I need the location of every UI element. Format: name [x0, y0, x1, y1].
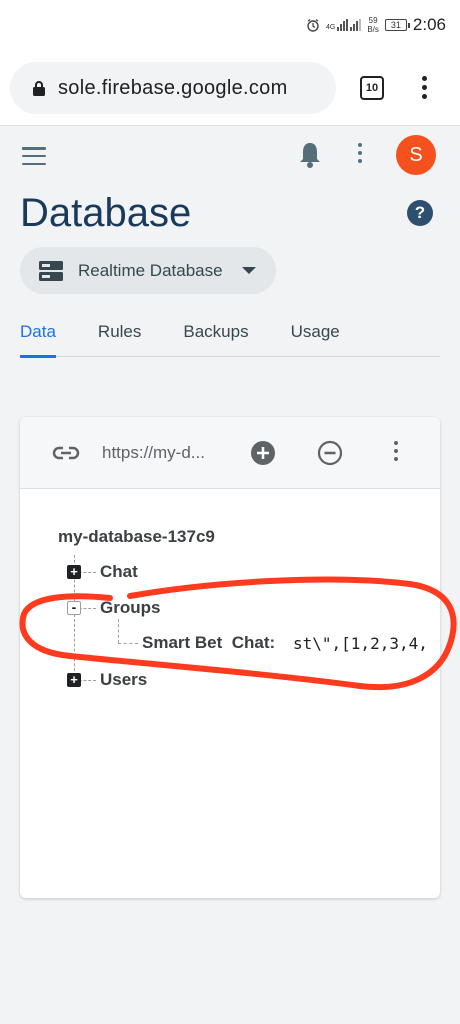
tree-child-line	[118, 619, 119, 643]
signal-icon-2	[350, 19, 362, 31]
hamburger-menu-icon[interactable]	[22, 147, 46, 165]
net-speed: 59 B/s	[367, 16, 379, 34]
tab-backups[interactable]: Backups	[183, 317, 248, 357]
tree-node-chat[interactable]: Chat	[100, 562, 138, 582]
notifications-bell-icon[interactable]	[298, 141, 322, 169]
tab-switcher-button[interactable]: 10	[360, 76, 384, 100]
status-bar: 4G 59 B/s 31 2:06	[0, 0, 460, 50]
battery-level: 31	[390, 20, 401, 30]
help-symbol: ?	[414, 203, 426, 222]
link-icon[interactable]	[52, 441, 80, 465]
status-icons: 4G 59 B/s 31 2:06	[306, 14, 446, 36]
chevron-down-icon	[242, 267, 256, 274]
collapse-groups-icon[interactable]: -	[67, 600, 81, 615]
tree-node-smart-bet-chat[interactable]: Smart Bet Chat:	[142, 633, 275, 653]
remove-circle-icon[interactable]	[317, 440, 343, 466]
database-selector[interactable]: Realtime Database	[20, 247, 276, 294]
data-tree: my-database-137c9 + Chat - Groups Smart …	[20, 489, 440, 889]
tree-child-branch-line	[118, 643, 138, 644]
signal-group: 4G	[326, 19, 362, 31]
avatar[interactable]: S	[396, 135, 436, 175]
tab-data[interactable]: Data	[20, 317, 56, 358]
tab-usage[interactable]: Usage	[291, 317, 340, 357]
database-url[interactable]: https://my-d...	[102, 443, 205, 463]
lock-icon	[33, 81, 45, 96]
tab-bar: Data Rules Backups Usage	[20, 317, 440, 358]
alarm-icon	[307, 18, 319, 32]
database-selector-label: Realtime Database	[78, 260, 223, 280]
expand-chat-icon[interactable]: +	[67, 565, 81, 579]
signal-icon	[337, 19, 349, 31]
add-circle-icon[interactable]	[250, 440, 276, 466]
expand-users-icon[interactable]: +	[67, 673, 81, 687]
tree-root[interactable]: my-database-137c9	[58, 527, 215, 547]
status-time: 2:06	[412, 15, 446, 34]
tree-node-users[interactable]: Users	[100, 670, 147, 690]
browser-toolbar: sole.firebase.google.com 10	[0, 50, 460, 126]
browser-menu-icon[interactable]	[414, 76, 434, 99]
url-text: sole.firebase.google.com	[58, 76, 288, 99]
help-icon[interactable]: ?	[407, 200, 433, 226]
tree-node-value[interactable]: st\",[1,2,3,4,	[293, 634, 428, 653]
net-speed-value: 59	[368, 16, 378, 25]
database-server-icon	[39, 260, 63, 281]
data-viewer-card: https://my-d... my-database-137c9 + Chat…	[20, 417, 440, 898]
address-bar[interactable]: sole.firebase.google.com	[10, 62, 336, 114]
data-viewer-toolbar: https://my-d...	[20, 417, 440, 489]
network-type: 4G	[326, 24, 336, 31]
firebase-header: S Database ? Realtime Database Data Rule…	[0, 127, 460, 377]
net-speed-unit: B/s	[367, 25, 379, 34]
card-menu-icon[interactable]	[386, 441, 406, 461]
avatar-letter: S	[409, 143, 423, 166]
tab-rules[interactable]: Rules	[98, 317, 141, 357]
battery-icon: 31	[384, 19, 410, 31]
page-title: Database	[20, 191, 192, 235]
tab-count: 10	[365, 82, 379, 94]
more-options-icon[interactable]	[350, 143, 370, 163]
tree-node-groups[interactable]: Groups	[100, 598, 160, 618]
